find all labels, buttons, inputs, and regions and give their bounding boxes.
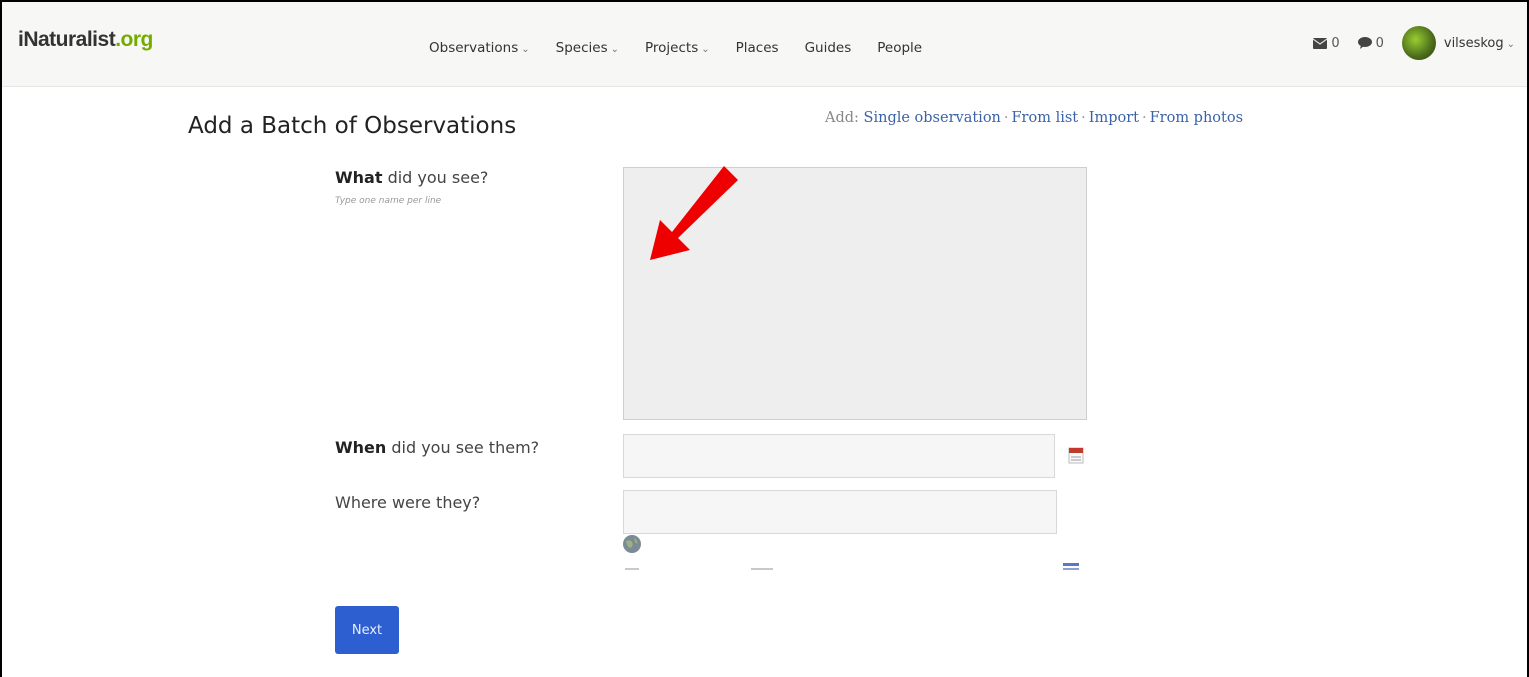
nav-observations[interactable]: Observations ⌄ [429, 40, 530, 56]
top-navigation-bar: iNaturalist.org Observations ⌄ Species ⌄ P… [2, 2, 1527, 87]
messages-count: 0 [1331, 35, 1340, 51]
site-logo[interactable]: iNaturalist.org [18, 28, 153, 52]
main-nav: Observations ⌄ Species ⌄ Projects ⌄ Places … [429, 40, 948, 56]
user-tools: 0 0 vilseskog ⌄ [1313, 26, 1515, 60]
user-menu[interactable]: vilseskog ⌄ [1444, 36, 1515, 51]
location-input[interactable] [623, 490, 1057, 534]
comments-button[interactable]: 0 [1357, 35, 1384, 51]
annotation-arrow-icon [650, 166, 738, 260]
separator: · [1141, 110, 1147, 126]
map-link-icon[interactable] [1063, 563, 1079, 571]
calendar-icon[interactable] [1068, 446, 1084, 464]
nav-projects-label: Projects [645, 40, 699, 56]
link-from-list[interactable]: From list [1012, 110, 1079, 126]
separator: · [1003, 110, 1009, 126]
nav-places[interactable]: Places [736, 40, 779, 56]
add-prefix: Add: [825, 110, 859, 126]
when-label-bold: When [335, 438, 387, 457]
avatar[interactable] [1401, 26, 1436, 60]
what-label-bold: What [335, 168, 383, 187]
nav-people[interactable]: People [877, 40, 922, 56]
logo-tld: .org [115, 28, 153, 51]
chevron-down-icon: ⌄ [521, 44, 530, 55]
speech-bubble-icon [1357, 37, 1372, 49]
chevron-down-icon: ⌄ [701, 44, 710, 55]
messages-button[interactable]: 0 [1313, 35, 1340, 51]
what-label-rest: did you see? [382, 168, 489, 187]
link-from-photos[interactable]: From photos [1150, 110, 1243, 126]
nav-projects[interactable]: Projects ⌄ [645, 40, 710, 56]
date-input[interactable] [623, 434, 1055, 478]
globe-icon[interactable] [622, 534, 642, 554]
next-button[interactable]: Next [335, 606, 399, 654]
nav-observations-label: Observations [429, 40, 519, 56]
map-control[interactable] [625, 568, 639, 570]
what-hint: Type one name per line [335, 196, 442, 206]
chevron-down-icon: ⌄ [610, 44, 619, 55]
when-label: When did you see them? [335, 438, 539, 457]
chevron-down-icon: ⌄ [1506, 38, 1515, 50]
separator: · [1081, 110, 1086, 126]
link-import[interactable]: Import [1089, 110, 1139, 126]
comments-count: 0 [1375, 35, 1384, 51]
nav-species-label: Species [555, 40, 608, 56]
logo-brand: iNaturalist [18, 28, 116, 51]
what-label: What did you see? [335, 168, 488, 187]
username-label: vilseskog [1443, 35, 1504, 51]
page-title: Add a Batch of Observations [188, 113, 517, 139]
nav-guides[interactable]: Guides [805, 40, 852, 56]
link-single-observation[interactable]: Single observation [864, 110, 1001, 126]
add-options: Add: Single observation · From list · Import… [825, 110, 1243, 126]
nav-species[interactable]: Species ⌄ [556, 40, 619, 56]
envelope-icon [1313, 37, 1328, 49]
where-label: Where were they? [335, 493, 481, 512]
screenshot-frame: iNaturalist.org Observations ⌄ Species ⌄ P… [0, 0, 1529, 677]
map-control[interactable] [751, 568, 773, 570]
when-label-rest: did you see them? [386, 438, 540, 457]
